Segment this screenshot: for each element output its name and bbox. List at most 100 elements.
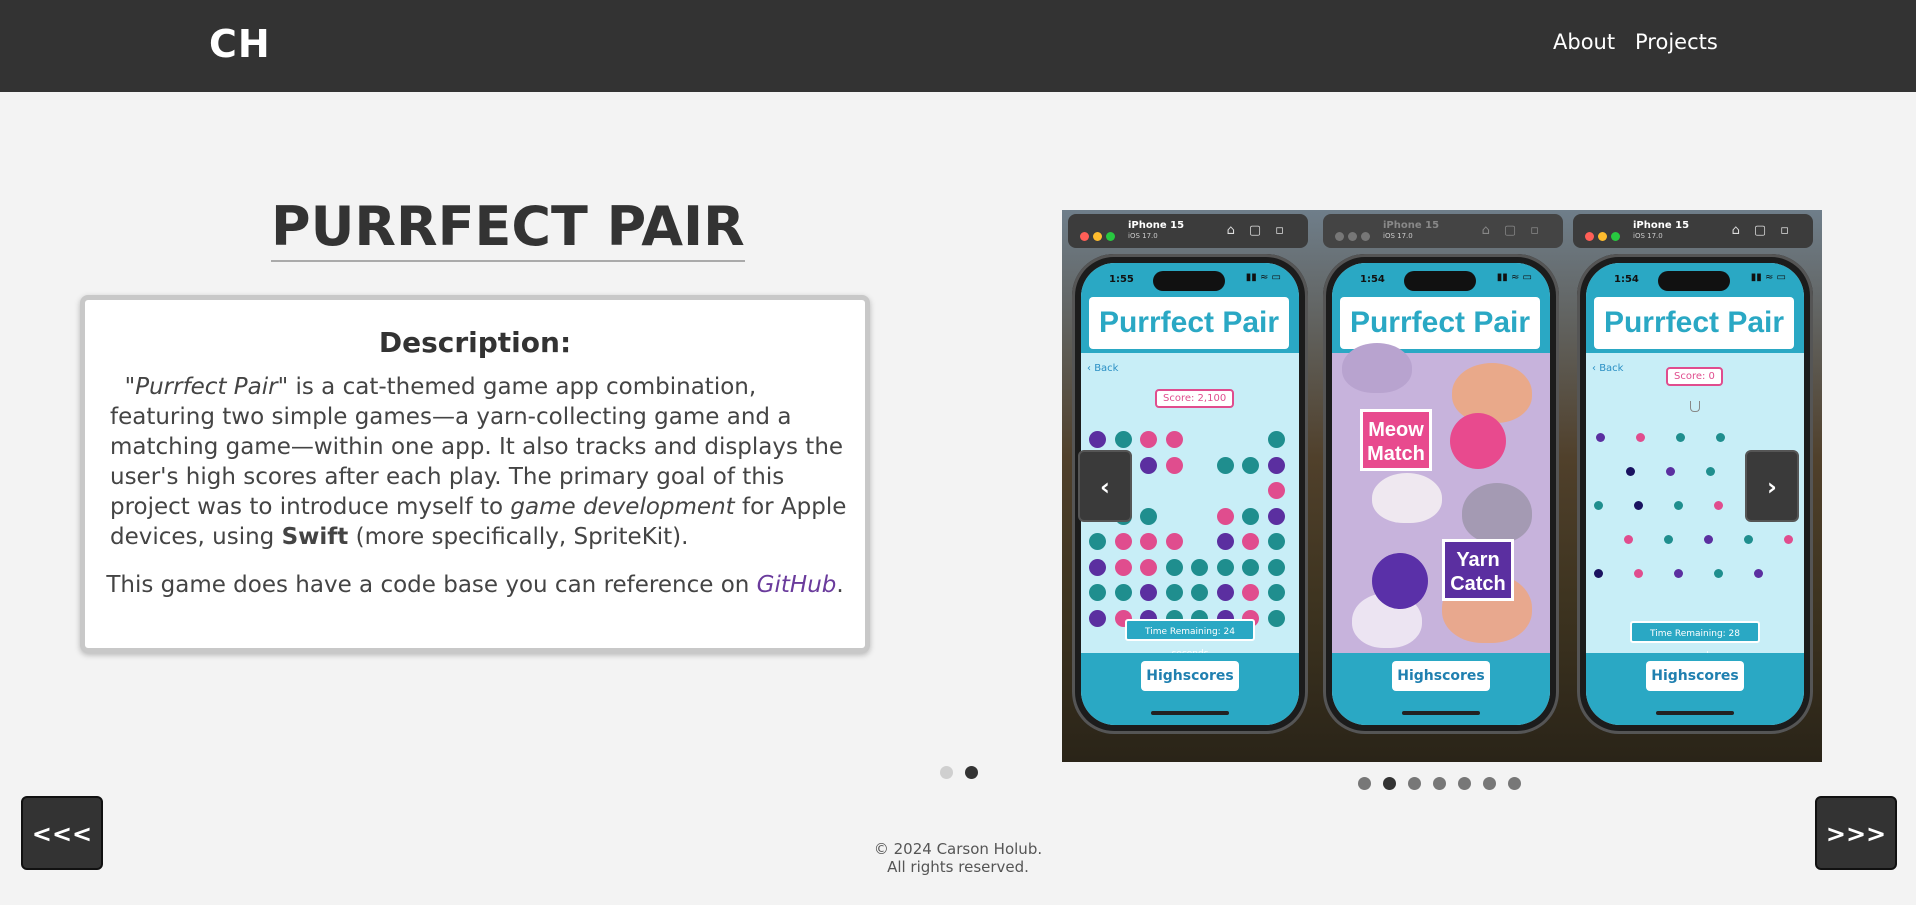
cat-illustration: [1372, 473, 1442, 523]
footer: © 2024 Carson Holub. All rights reserved…: [758, 840, 1158, 876]
match-tile[interactable]: [1267, 533, 1285, 550]
status-icons: ▮▮ ≈ ▭: [1496, 272, 1532, 283]
match-tile[interactable]: [1216, 533, 1234, 550]
match-tile[interactable]: [1216, 456, 1234, 474]
match-tile[interactable]: [1267, 609, 1285, 627]
match-tile[interactable]: [1089, 431, 1106, 448]
match-tile[interactable]: [1140, 584, 1157, 601]
yarn-dot: [1624, 535, 1633, 544]
gallery-next-button[interactable]: ›: [1745, 450, 1799, 522]
match-tile[interactable]: [1165, 533, 1183, 550]
yarn-dot: [1666, 467, 1675, 476]
github-link[interactable]: GitHub: [757, 572, 837, 598]
gallery-dot-2[interactable]: [1383, 777, 1396, 790]
cat-pattern-background: Meow Match Yarn Catch: [1332, 343, 1550, 653]
site-logo[interactable]: CH: [209, 22, 271, 66]
match-tile[interactable]: [1267, 431, 1285, 448]
project-title: PURRFECT PAIR: [271, 196, 745, 262]
gallery-dot-6[interactable]: [1483, 777, 1496, 790]
screenshot-gallery: iPhone 15 iOS 17.0 ⌂▢▫ 1:55 ▮▮ ≈ ▭ Purrfe…: [1062, 210, 1822, 762]
section-dot-2[interactable]: [965, 766, 978, 779]
simulator-toolbar: iPhone 15 iOS 17.0 ⌂▢▫: [1323, 214, 1563, 248]
app-header: 1:55 ▮▮ ≈ ▭ Purrfect Pair: [1081, 263, 1299, 353]
meow-match-button[interactable]: Meow Match: [1360, 409, 1432, 471]
yarn-dot: [1784, 535, 1793, 544]
match-tile[interactable]: [1267, 456, 1285, 474]
match-tile[interactable]: [1114, 431, 1132, 448]
gallery-dot-7[interactable]: [1508, 777, 1521, 790]
app-footer: Highscores: [1081, 653, 1299, 725]
description-emphasis: game development: [510, 494, 735, 520]
match-tile[interactable]: [1267, 584, 1285, 601]
match-tile[interactable]: [1242, 584, 1259, 601]
nav-projects-link[interactable]: Projects: [1635, 30, 1718, 54]
yarn-dot: [1714, 501, 1723, 510]
section-dot-1[interactable]: [940, 766, 953, 779]
match-tile[interactable]: [1165, 456, 1183, 474]
window-controls: [1335, 226, 1374, 245]
yarn-dot: [1594, 501, 1603, 510]
window-controls: [1585, 226, 1624, 245]
match-tile[interactable]: [1216, 558, 1234, 576]
yarn-dot: [1716, 433, 1725, 442]
match-tile[interactable]: [1216, 584, 1234, 601]
nav-about-link[interactable]: About: [1553, 30, 1615, 54]
yarn-dot: [1674, 501, 1683, 510]
match-tile[interactable]: [1267, 482, 1285, 499]
next-project-button[interactable]: >>>: [1815, 796, 1897, 870]
dynamic-island: [1404, 271, 1476, 291]
match-tile[interactable]: [1140, 533, 1157, 550]
match-tile[interactable]: [1140, 431, 1157, 448]
time-remaining: Time Remaining: 24 seconds: [1125, 619, 1255, 659]
app-header: 1:54 ▮▮ ≈ ▭ Purrfect Pair: [1332, 263, 1550, 353]
match-tile[interactable]: [1114, 584, 1132, 601]
match-tile[interactable]: [1114, 533, 1132, 550]
match-tile[interactable]: [1165, 431, 1183, 448]
gallery-dot-4[interactable]: [1433, 777, 1446, 790]
app-footer: Highscores: [1332, 653, 1550, 725]
yarn-catch-button[interactable]: Yarn Catch: [1442, 539, 1514, 601]
highscores-button[interactable]: Highscores: [1646, 661, 1744, 691]
match-tile[interactable]: [1165, 558, 1183, 576]
match-tile[interactable]: [1267, 507, 1285, 525]
match-tile[interactable]: [1140, 456, 1157, 474]
match-tile[interactable]: [1242, 507, 1259, 525]
app-title: Purrfect Pair: [1340, 297, 1540, 349]
match-tile[interactable]: [1191, 558, 1208, 576]
yarn-dot: [1664, 535, 1673, 544]
back-link[interactable]: ‹ Back: [1087, 363, 1118, 374]
match-tile[interactable]: [1114, 558, 1132, 576]
description-heading: Description:: [378, 326, 572, 359]
dynamic-island: [1153, 271, 1225, 291]
app-footer: Highscores: [1586, 653, 1804, 725]
match-tile[interactable]: [1242, 558, 1259, 576]
match-tile[interactable]: [1089, 609, 1106, 627]
match-tile[interactable]: [1089, 533, 1106, 550]
previous-project-button[interactable]: <<<: [21, 796, 103, 870]
match-tile[interactable]: [1191, 584, 1208, 601]
highscores-button[interactable]: Highscores: [1392, 661, 1490, 691]
match-tile[interactable]: [1216, 507, 1234, 525]
phone-screen: 1:54 ▮▮ ≈ ▭ Purrfect Pair Meow Match Yar…: [1332, 263, 1550, 725]
home-indicator: [1151, 711, 1229, 715]
cat-illustration: [1342, 343, 1412, 393]
match-tile[interactable]: [1140, 558, 1157, 576]
top-navbar: CH About Projects: [0, 0, 1916, 92]
match-tile[interactable]: [1242, 533, 1259, 550]
app-title: Purrfect Pair: [1089, 297, 1289, 349]
back-link[interactable]: ‹ Back: [1592, 363, 1623, 374]
match-tile[interactable]: [1242, 456, 1259, 474]
cat-illustration: [1462, 483, 1532, 543]
match-tile[interactable]: [1140, 507, 1157, 525]
home-indicator: [1402, 711, 1480, 715]
gallery-prev-button[interactable]: ‹: [1078, 450, 1132, 522]
gallery-dot-5[interactable]: [1458, 777, 1471, 790]
gallery-dot-1[interactable]: [1358, 777, 1371, 790]
match-tile[interactable]: [1165, 584, 1183, 601]
match-tile[interactable]: [1267, 558, 1285, 576]
gallery-dot-3[interactable]: [1408, 777, 1421, 790]
status-time: 1:54: [1360, 274, 1385, 285]
highscores-button[interactable]: Highscores: [1141, 661, 1239, 691]
match-tile[interactable]: [1089, 584, 1106, 601]
match-tile[interactable]: [1089, 558, 1106, 576]
